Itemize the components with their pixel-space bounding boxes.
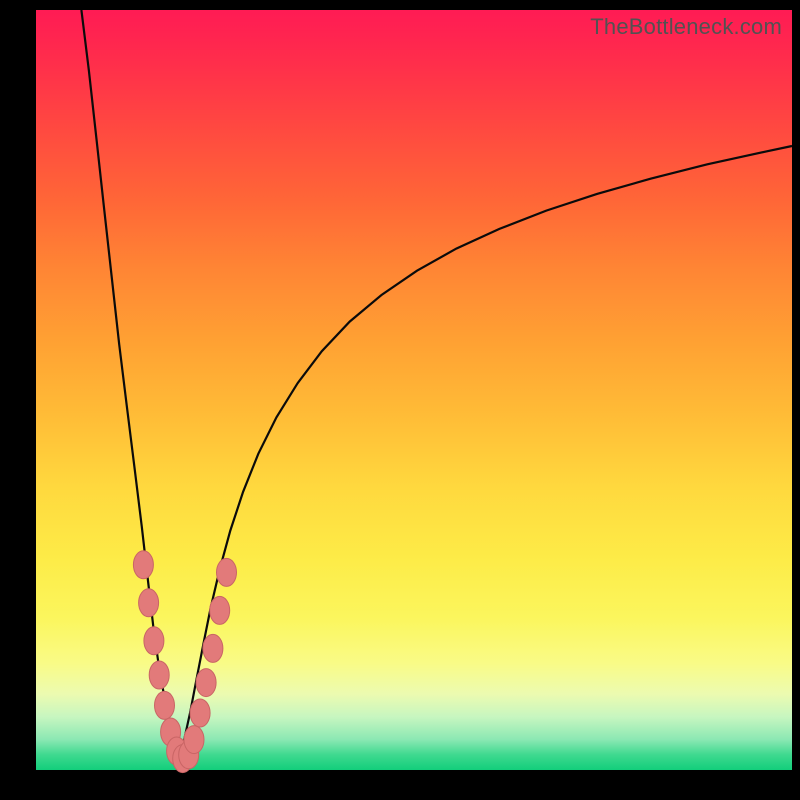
marker-dot: [184, 726, 204, 754]
curve-layer: [36, 10, 792, 770]
marker-dot: [210, 596, 230, 624]
marker-dot: [217, 558, 237, 586]
plot-area: TheBottleneck.com: [36, 10, 792, 770]
marker-dot: [196, 669, 216, 697]
marker-dot: [133, 551, 153, 579]
chart-frame: TheBottleneck.com: [0, 0, 800, 800]
marker-dot: [149, 661, 169, 689]
marker-dot: [139, 589, 159, 617]
marker-dot: [144, 627, 164, 655]
marker-dot: [155, 691, 175, 719]
marker-dot: [203, 634, 223, 662]
curve-right-branch: [179, 146, 792, 761]
curve-left-branch: [81, 10, 178, 761]
marker-dot: [190, 699, 210, 727]
